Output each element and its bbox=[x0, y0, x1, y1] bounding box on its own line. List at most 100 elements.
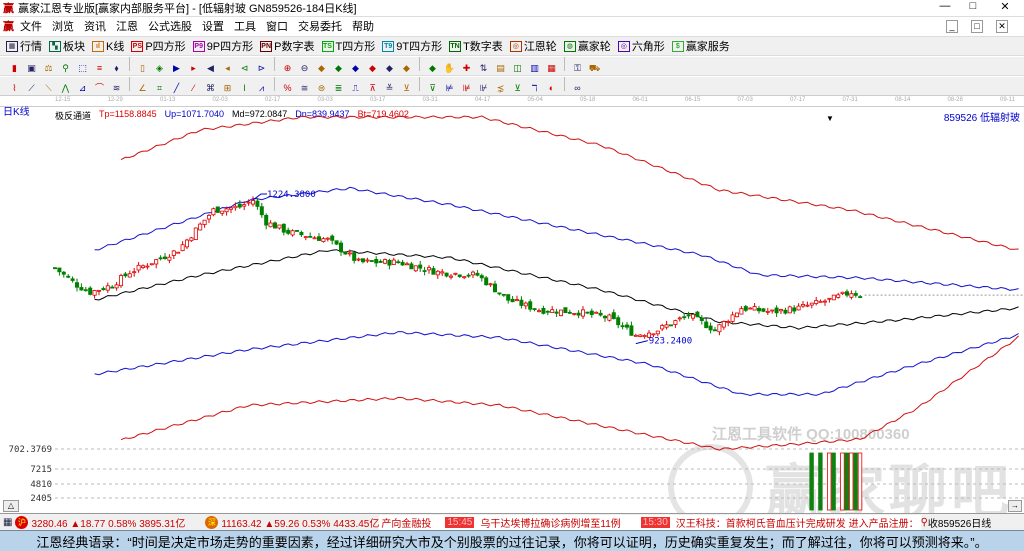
tool-icon[interactable]: ⚿ bbox=[571, 62, 584, 75]
tool-icon[interactable]: ⊳ bbox=[255, 62, 268, 75]
tool-icon[interactable]: ⊮ bbox=[477, 82, 490, 95]
tool-icon[interactable]: ⌘ bbox=[204, 82, 217, 95]
child-minimize-button[interactable]: _ bbox=[946, 19, 958, 33]
tool-icon[interactable]: ╱ bbox=[170, 82, 183, 95]
tool-icon[interactable]: ▸ bbox=[187, 62, 200, 75]
tool-icon[interactable]: ▯ bbox=[136, 62, 149, 75]
maximize-button[interactable]: □ bbox=[958, 0, 988, 17]
child-restore-button[interactable]: □ bbox=[971, 19, 983, 33]
toolbar-button-0[interactable]: ▦ 行情 bbox=[6, 38, 42, 54]
toolbar-button-12[interactable]: $ 赢家服务 bbox=[671, 38, 730, 54]
tool-icon[interactable]: ≅ bbox=[298, 82, 311, 95]
close-button[interactable]: ✕ bbox=[990, 0, 1020, 17]
news-item[interactable]: 产向金融投 bbox=[381, 515, 431, 530]
tool-icon[interactable]: ▥ bbox=[528, 62, 541, 75]
menu-item[interactable]: 设置 bbox=[202, 18, 224, 34]
tool-icon[interactable]: ▶ bbox=[170, 62, 183, 75]
tool-icon[interactable]: ≡ bbox=[93, 62, 106, 75]
tool-icon[interactable]: ▣ bbox=[25, 62, 38, 75]
toolbar-button-2[interactable]: ıl K线 bbox=[92, 38, 124, 54]
tool-icon[interactable]: ⛟ bbox=[588, 62, 601, 75]
tool-icon[interactable]: ◆ bbox=[349, 62, 362, 75]
tool-icon[interactable]: ℸ bbox=[528, 82, 541, 95]
quote-grid-icon[interactable]: ▦ bbox=[3, 517, 12, 528]
tool-icon[interactable]: ⊻ bbox=[511, 82, 524, 95]
menu-item[interactable]: 公式选股 bbox=[148, 18, 192, 34]
menu-item[interactable]: 文件 bbox=[20, 18, 42, 34]
tool-icon[interactable]: ◆ bbox=[332, 62, 345, 75]
tool-icon[interactable]: ⚖ bbox=[42, 62, 55, 75]
tool-icon[interactable]: ⌒ bbox=[93, 82, 106, 95]
tool-icon[interactable]: ◆ bbox=[383, 62, 396, 75]
tool-icon[interactable]: ◫ bbox=[511, 62, 524, 75]
tool-icon[interactable]: ⚲ bbox=[59, 62, 72, 75]
tool-icon[interactable]: ✚ bbox=[460, 62, 473, 75]
tool-icon[interactable]: ⊽ bbox=[426, 82, 439, 95]
menu-item[interactable]: 资讯 bbox=[84, 18, 106, 34]
menu-item[interactable]: 江恩 bbox=[116, 18, 138, 34]
tool-icon[interactable]: ◆ bbox=[315, 62, 328, 75]
tool-icon[interactable]: ∠ bbox=[136, 82, 149, 95]
tool-icon[interactable]: ◂ bbox=[221, 62, 234, 75]
tool-icon[interactable]: ⋀ bbox=[59, 82, 72, 95]
tool-icon[interactable]: ≋ bbox=[110, 82, 123, 95]
tool-icon[interactable]: ⊿ bbox=[76, 82, 89, 95]
tool-icon[interactable]: ⇅ bbox=[477, 62, 490, 75]
tool-icon[interactable]: ◆ bbox=[426, 62, 439, 75]
news-item[interactable]: 乌干达埃博拉确诊病例增至11例 bbox=[480, 515, 620, 530]
toolbar-button-1[interactable]: ▚ 板块 bbox=[49, 38, 85, 54]
tool-icon[interactable]: ▤ bbox=[494, 62, 507, 75]
news-ticker[interactable]: 产向金融投 15:45 乌干达埃博拉确诊病例增至11例 15:30 汉王科技：首… bbox=[379, 514, 921, 530]
tool-icon[interactable]: ⁄ bbox=[187, 82, 200, 95]
toolbar-button-11[interactable]: ◎ 六角形 bbox=[617, 38, 665, 54]
tool-icon[interactable]: ⊼ bbox=[366, 82, 379, 95]
toolbar-button-8[interactable]: TN T数字表 bbox=[449, 38, 503, 54]
tool-icon[interactable]: ⌗ bbox=[153, 82, 166, 95]
expand-button[interactable]: △ bbox=[3, 500, 19, 512]
tool-icon[interactable]: ⎍ bbox=[349, 82, 362, 95]
menu-item[interactable]: 帮助 bbox=[352, 18, 374, 34]
tool-icon[interactable]: ≣ bbox=[332, 82, 345, 95]
tool-icon[interactable]: ◆ bbox=[400, 62, 413, 75]
tool-icon[interactable]: ⊕ bbox=[281, 62, 294, 75]
tool-icon[interactable]: ⬚ bbox=[76, 62, 89, 75]
sh-index[interactable]: 3280.46 ▲18.77 0.58% 3895.31亿 bbox=[31, 515, 185, 530]
tool-icon[interactable]: ⊖ bbox=[298, 62, 311, 75]
tool-icon[interactable]: ⟋ bbox=[25, 82, 38, 95]
sz-index[interactable]: 11163.42 ▲59.26 0.53% 4433.45亿 bbox=[221, 515, 379, 530]
tool-icon[interactable]: ⊻ bbox=[400, 82, 413, 95]
tool-icon[interactable]: ◀ bbox=[204, 62, 217, 75]
toolbar-button-4[interactable]: P9 9P四方形 bbox=[192, 38, 253, 54]
toolbar-button-10[interactable]: ◍ 赢家轮 bbox=[563, 38, 611, 54]
tool-icon[interactable]: ▦ bbox=[545, 62, 558, 75]
menu-item[interactable]: 交易委托 bbox=[298, 18, 342, 34]
toolbar-button-9[interactable]: ◎ 江恩轮 bbox=[509, 38, 557, 54]
scroll-right-button[interactable]: → bbox=[1008, 500, 1022, 512]
tool-icon[interactable]: ⊲ bbox=[238, 62, 251, 75]
news-item[interactable]: 汉王科技：首款柯氏音血压计完成研发 进入产品注册： bbox=[676, 515, 919, 530]
tool-icon[interactable]: ✋ bbox=[443, 62, 456, 75]
tool-icon[interactable]: ◐ bbox=[545, 82, 558, 95]
child-close-button[interactable]: ✕ bbox=[996, 19, 1008, 33]
tool-icon[interactable]: ◈ bbox=[153, 62, 166, 75]
tool-icon[interactable]: ⋨ bbox=[494, 82, 507, 95]
tool-icon[interactable]: ⊯ bbox=[460, 82, 473, 95]
candlestick-chart[interactable]: 702.3769 7215 4810 2405 1224.3800 923.2400 bbox=[0, 107, 1024, 513]
tool-icon[interactable]: ǀ bbox=[238, 82, 251, 95]
tool-icon[interactable]: ⊭ bbox=[443, 82, 456, 95]
toolbar-button-3[interactable]: PS P四方形 bbox=[131, 38, 186, 54]
tool-icon[interactable]: ▮ bbox=[8, 62, 21, 75]
menu-item[interactable]: 工具 bbox=[234, 18, 256, 34]
tool-icon[interactable]: ⌇ bbox=[8, 82, 21, 95]
menu-item[interactable]: 窗口 bbox=[266, 18, 288, 34]
tool-icon[interactable]: % bbox=[281, 82, 294, 95]
tool-icon[interactable]: ∞ bbox=[571, 82, 584, 95]
tool-icon[interactable]: ⬧ bbox=[110, 62, 123, 75]
tool-icon[interactable]: ◆ bbox=[366, 62, 379, 75]
toolbar-button-7[interactable]: T9 9T四方形 bbox=[382, 38, 442, 54]
toolbar-button-5[interactable]: PN P数字表 bbox=[260, 38, 315, 54]
tool-icon[interactable]: ≚ bbox=[383, 82, 396, 95]
tool-icon[interactable]: ⟍ bbox=[42, 82, 55, 95]
tool-icon[interactable]: ⩘ bbox=[255, 82, 268, 95]
toolbar-button-6[interactable]: TS T四方形 bbox=[321, 38, 375, 54]
